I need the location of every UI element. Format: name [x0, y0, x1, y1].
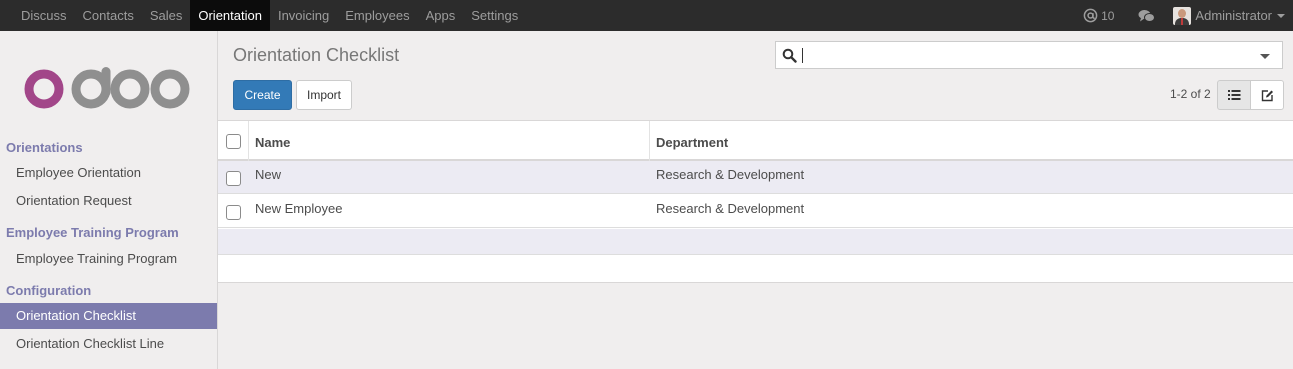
column-header-department[interactable]: Department — [656, 135, 728, 150]
systray: 10 Administrator — [1083, 0, 1293, 31]
at-icon — [1083, 8, 1098, 23]
menu-employees[interactable]: Employees — [337, 0, 417, 31]
sidebar-item-orientation-checklist-line[interactable]: Orientation Checklist Line — [0, 331, 217, 357]
top-navbar: Discuss Contacts Sales Orientation Invoi… — [0, 0, 1293, 31]
column-divider — [248, 121, 249, 161]
list-view: Name Department New Research & Developme… — [218, 120, 1293, 283]
app-menu: Discuss Contacts Sales Orientation Invoi… — [13, 0, 526, 31]
row-checkbox[interactable] — [226, 171, 241, 186]
chat-button[interactable] — [1138, 9, 1156, 23]
list-view-button[interactable] — [1217, 80, 1251, 110]
menu-settings[interactable]: Settings — [463, 0, 526, 31]
menu-orientation[interactable]: Orientation — [190, 0, 270, 31]
sidebar-item-employee-orientation[interactable]: Employee Orientation — [0, 160, 217, 186]
pager-value[interactable]: 1-2 of 2 — [1170, 87, 1211, 101]
section-employee-training-program: Employee Training Program — [6, 225, 179, 240]
select-all-checkbox[interactable] — [226, 134, 241, 149]
menu-discuss[interactable]: Discuss — [13, 0, 75, 31]
table-row[interactable]: New Research & Development — [218, 161, 1293, 194]
user-menu[interactable]: Administrator — [1173, 6, 1285, 25]
empty-row — [218, 229, 1293, 255]
comments-icon — [1138, 9, 1156, 22]
menu-sales[interactable]: Sales — [142, 0, 191, 31]
column-header-name[interactable]: Name — [255, 135, 290, 150]
search-input[interactable] — [775, 41, 1283, 69]
form-view-button[interactable] — [1250, 80, 1284, 110]
section-orientations: Orientations — [6, 140, 83, 155]
edit-icon — [1261, 90, 1273, 102]
column-divider — [649, 121, 650, 161]
menu-invoicing[interactable]: Invoicing — [270, 0, 337, 31]
table-header: Name Department — [218, 121, 1293, 161]
import-button[interactable]: Import — [296, 80, 352, 110]
section-configuration: Configuration — [6, 283, 92, 298]
menu-apps[interactable]: Apps — [418, 0, 464, 31]
caret-down-icon — [1277, 13, 1285, 18]
sidebar-item-employee-training-program[interactable]: Employee Training Program — [0, 246, 217, 272]
sidebar-item-orientation-checklist[interactable]: Orientation Checklist — [0, 303, 217, 329]
row-checkbox[interactable] — [226, 205, 241, 220]
cell-name[interactable]: New Employee — [255, 201, 342, 216]
list-icon — [1228, 90, 1241, 100]
mentions-button[interactable]: 10 — [1083, 8, 1114, 23]
sidebar-item-orientation-request[interactable]: Orientation Request — [0, 188, 217, 214]
cell-department[interactable]: Research & Development — [656, 201, 804, 216]
user-name: Administrator — [1195, 8, 1272, 23]
empty-row — [218, 256, 1293, 282]
cell-name[interactable]: New — [255, 167, 281, 182]
text-cursor — [802, 48, 803, 63]
odoo-logo[interactable] — [24, 67, 192, 111]
avatar — [1173, 6, 1192, 25]
search-icon — [782, 48, 797, 63]
menu-contacts[interactable]: Contacts — [75, 0, 142, 31]
cell-department[interactable]: Research & Development — [656, 167, 804, 182]
sidebar: Orientations Employee Orientation Orient… — [0, 31, 218, 369]
page-title: Orientation Checklist — [233, 45, 400, 65]
mentions-count: 10 — [1101, 8, 1115, 23]
table-row[interactable]: New Employee Research & Development — [218, 195, 1293, 228]
create-button[interactable]: Create — [233, 80, 292, 110]
search-options-toggle[interactable] — [1260, 54, 1270, 59]
